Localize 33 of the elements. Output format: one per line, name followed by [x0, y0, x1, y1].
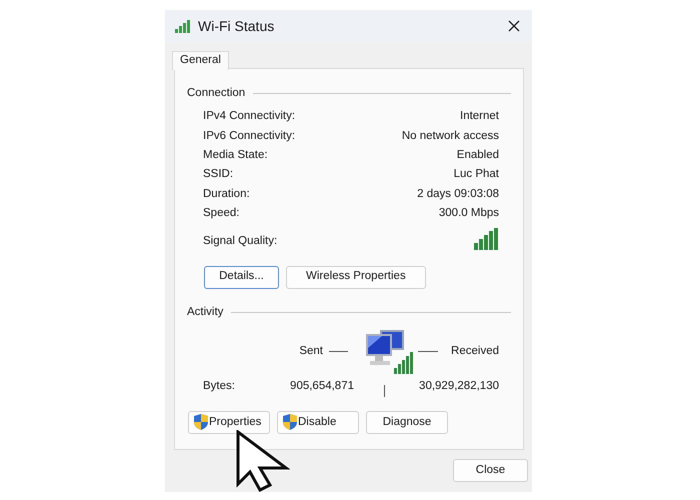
- window-title: Wi-Fi Status: [198, 16, 274, 36]
- field-value: Luc Phat: [454, 167, 499, 182]
- shield-icon: [283, 414, 297, 430]
- dialog-button[interactable]: Details...: [204, 266, 279, 289]
- field-value: No network access: [402, 128, 499, 144]
- field-value: Internet: [460, 109, 499, 124]
- field-value: 2 days 09:03:08: [417, 186, 499, 202]
- received-label: Received: [451, 344, 499, 360]
- field-label: Bytes:: [203, 379, 236, 394]
- dialog-button[interactable]: Diagnose: [366, 410, 448, 434]
- field-value: 300.0 Mbps: [438, 206, 499, 222]
- section-heading: Activity: [187, 304, 224, 320]
- field-label: SSID:: [203, 167, 234, 182]
- field-label: IPv4 Connectivity:: [203, 109, 296, 124]
- field-label: IPv6 Connectivity:: [203, 128, 296, 144]
- field-label: Duration:: [203, 186, 250, 202]
- signal-icon: [175, 19, 193, 33]
- field-value: Enabled: [456, 148, 499, 164]
- field-label: Speed:: [203, 206, 240, 222]
- field-label: Media State:: [203, 148, 268, 164]
- tab[interactable]: General: [172, 51, 229, 70]
- sent-bytes-value: 905,654,871: [290, 379, 354, 394]
- shield-icon: [194, 414, 208, 430]
- close-icon: [508, 20, 520, 32]
- received-bytes-value: 30,929,282,130: [419, 379, 499, 394]
- field-label: Signal Quality:: [203, 234, 278, 249]
- sent-label: Sent: [298, 344, 323, 360]
- section-heading: Connection: [187, 86, 246, 101]
- dialog-button[interactable]: Disable: [277, 410, 359, 434]
- dialog-button[interactable]: Wireless Properties: [286, 266, 426, 289]
- signal-quality-icon: [474, 228, 498, 250]
- close-button[interactable]: Close: [453, 459, 528, 482]
- dialog-button[interactable]: Properties: [188, 410, 270, 434]
